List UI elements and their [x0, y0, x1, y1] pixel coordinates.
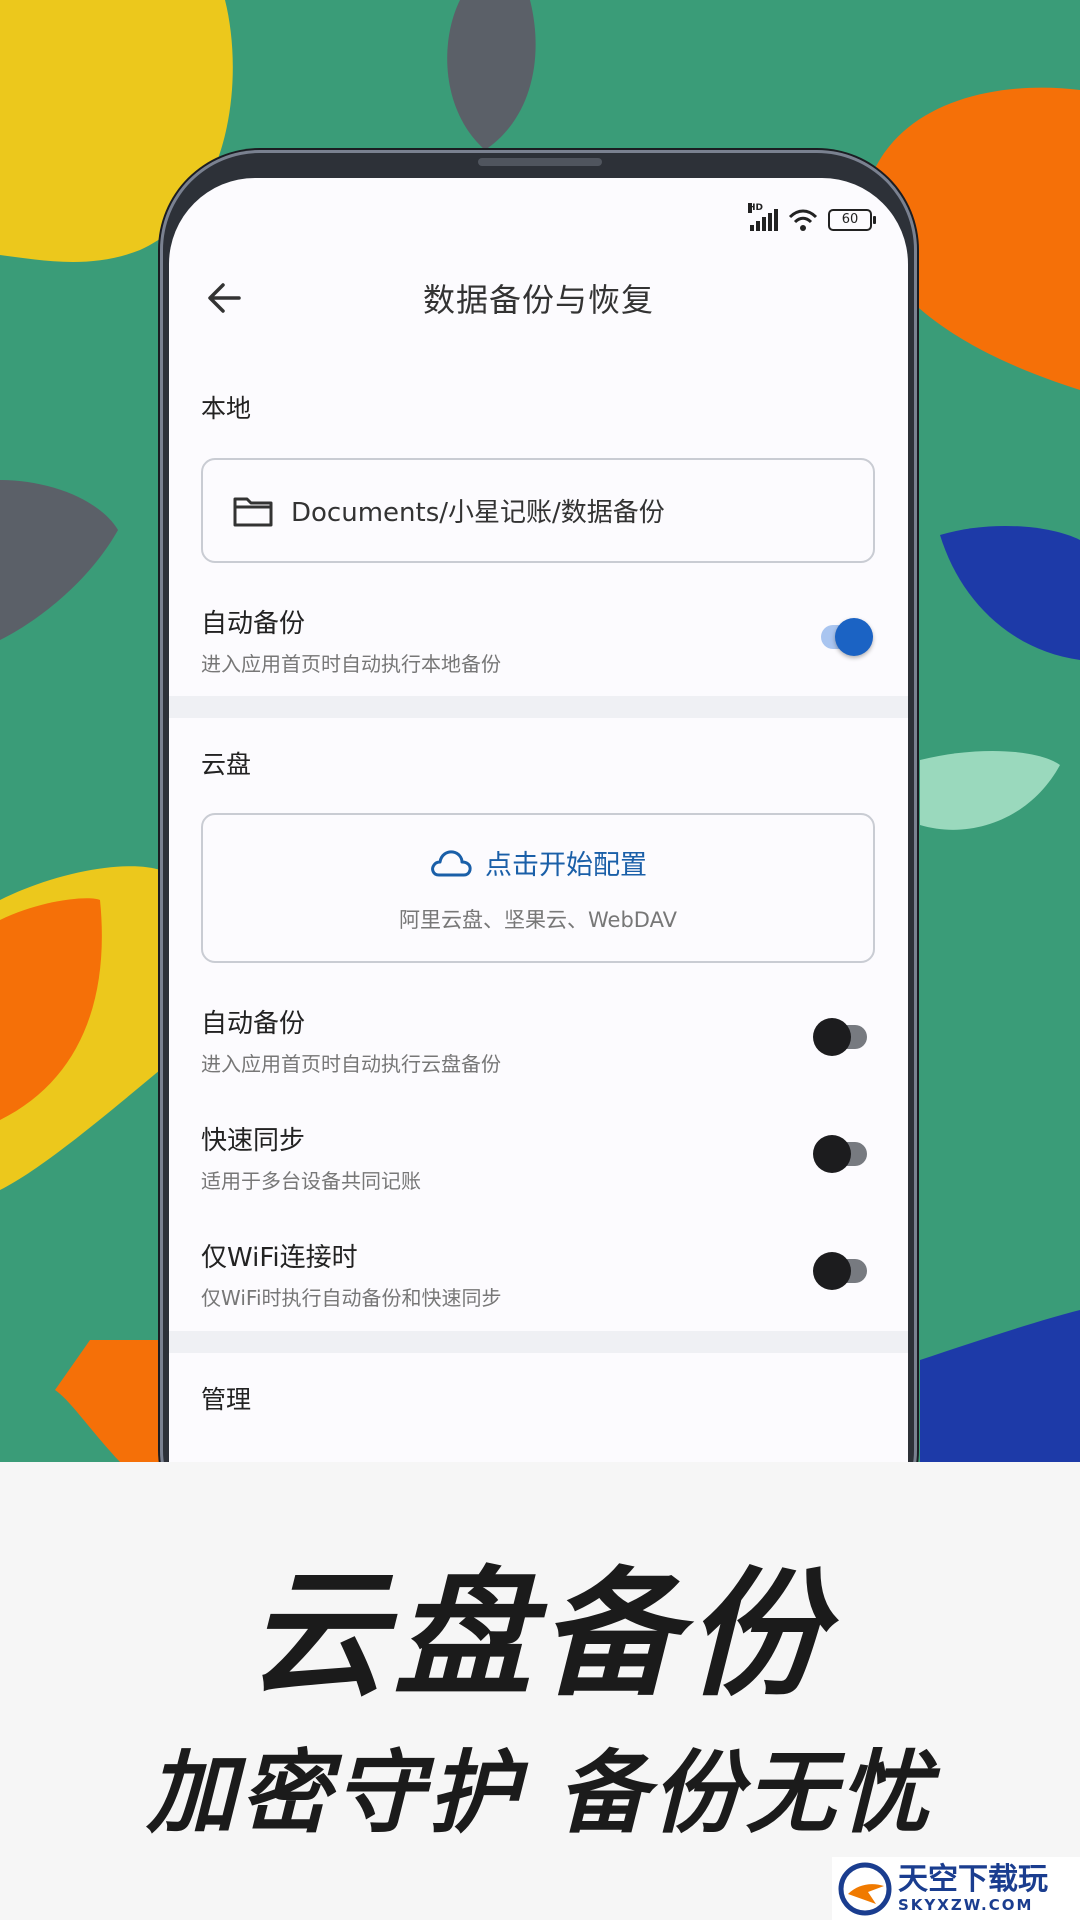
quick-sync-toggle[interactable] — [813, 1135, 867, 1173]
wifi-only-label: 仅WiFi连接时 — [201, 1243, 358, 1273]
phone-frame: HD 60 数据备份与恢复 本地 Documents/小星记账/数据备份 自动备… — [160, 150, 917, 1550]
section-divider — [169, 696, 908, 718]
watermark-logo-icon — [838, 1862, 892, 1915]
quick-sync-setting[interactable]: 快速同步 适用于多台设备共同记账 — [201, 1120, 875, 1200]
quick-sync-desc: 适用于多台设备共同记账 — [201, 1169, 421, 1193]
blue-leaf-right — [940, 525, 1080, 660]
cloud-config-card[interactable]: 点击开始配置 阿里云盘、坚果云、WebDAV — [201, 813, 875, 963]
promo-caption: 云盘备份 加密守护 备份无忧 天空下载玩 SKYXZW.COM — [0, 1462, 1080, 1920]
gray-leaf-top — [447, 0, 536, 150]
watermark-brand-cn: 天空下载玩 — [898, 1861, 1048, 1897]
watermark-brand-en: SKYXZW.COM — [898, 1895, 1034, 1914]
gray-leaf-left — [0, 480, 118, 640]
local-path-field[interactable]: Documents/小星记账/数据备份 — [201, 458, 875, 563]
promo-poster: HD 60 数据备份与恢复 本地 Documents/小星记账/数据备份 自动备… — [0, 0, 1080, 1920]
cloud-providers: 阿里云盘、坚果云、WebDAV — [399, 908, 677, 932]
site-watermark: 天空下载玩 SKYXZW.COM — [832, 1857, 1080, 1920]
wifi-only-desc: 仅WiFi时执行自动备份和快速同步 — [201, 1286, 502, 1310]
folder-icon — [233, 497, 273, 526]
cloud-auto-backup-setting[interactable]: 自动备份 进入应用首页时自动执行云盘备份 — [201, 1003, 875, 1083]
wifi-only-toggle[interactable] — [813, 1252, 867, 1290]
wifi-only-setting[interactable]: 仅WiFi连接时 仅WiFi时执行自动备份和快速同步 — [201, 1237, 875, 1317]
phone-speaker — [478, 158, 602, 166]
status-bar: HD 60 — [748, 203, 876, 232]
section-title-local: 本地 — [201, 394, 252, 423]
local-auto-backup-toggle[interactable] — [821, 618, 873, 656]
cloud-icon — [431, 849, 472, 876]
network-type: HD — [748, 203, 764, 213]
page-title: 数据备份与恢复 — [422, 281, 654, 319]
local-path-text: Documents/小星记账/数据备份 — [291, 498, 665, 528]
orange-shape-bottom — [55, 1340, 160, 1462]
mint-leaf — [920, 750, 1060, 830]
section-divider — [169, 1331, 908, 1353]
section-title-manage: 管理 — [201, 1385, 252, 1414]
battery-icon: 60 — [828, 209, 876, 231]
quick-sync-label: 快速同步 — [201, 1126, 306, 1156]
cell-signal-icon: HD — [748, 203, 778, 231]
cloud-auto-backup-desc: 进入应用首页时自动执行云盘备份 — [201, 1052, 501, 1076]
local-auto-backup-setting[interactable]: 自动备份 进入应用首页时自动执行本地备份 — [201, 603, 875, 683]
promo-headline: 云盘备份 — [247, 1554, 832, 1715]
phone-screen: HD 60 数据备份与恢复 本地 Documents/小星记账/数据备份 自动备… — [169, 178, 908, 1550]
cloud-auto-backup-label: 自动备份 — [201, 1009, 306, 1039]
top-app-bar: 数据备份与恢复 — [169, 253, 908, 343]
local-auto-backup-label: 自动备份 — [201, 609, 306, 639]
local-auto-backup-desc: 进入应用首页时自动执行本地备份 — [201, 652, 501, 676]
promo-subline: 加密守护 备份无忧 — [146, 1741, 934, 1846]
cloud-auto-backup-toggle[interactable] — [813, 1018, 867, 1056]
section-title-cloud: 云盘 — [201, 750, 252, 779]
blue-shape-bottom-right — [920, 1310, 1080, 1462]
cloud-config-link[interactable]: 点击开始配置 — [485, 843, 647, 882]
wifi-icon — [788, 209, 818, 231]
